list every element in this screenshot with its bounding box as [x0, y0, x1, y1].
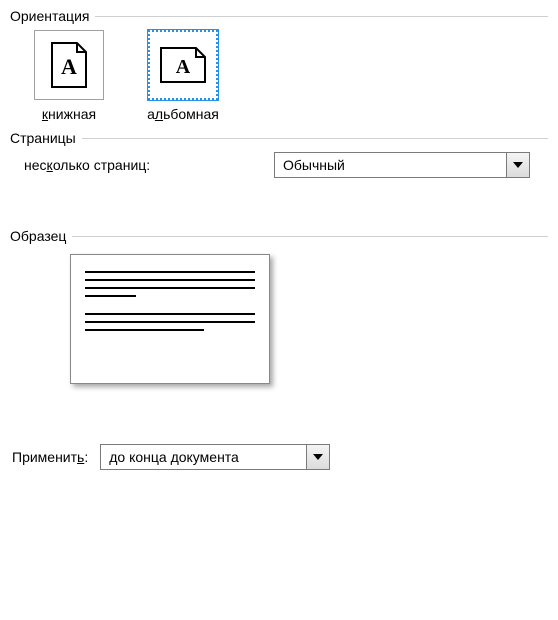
- apply-to-value: до конца документа: [101, 449, 306, 465]
- landscape-icon: A: [148, 30, 218, 100]
- portrait-icon: A: [34, 30, 104, 100]
- multiple-pages-combo[interactable]: Обычный: [274, 152, 530, 178]
- portrait-label: книжная: [42, 106, 96, 122]
- divider: [95, 16, 548, 17]
- svg-text:A: A: [176, 56, 191, 78]
- svg-text:A: A: [61, 54, 77, 79]
- orientation-landscape-option[interactable]: A альбомная: [138, 30, 228, 122]
- page-preview: [70, 254, 270, 384]
- landscape-label: альбомная: [147, 106, 219, 122]
- preview-group-header: Образец: [10, 228, 548, 244]
- preview-group-label: Образец: [10, 228, 72, 244]
- orientation-group-label: Ориентация: [10, 8, 95, 24]
- multiple-pages-value: Обычный: [275, 157, 506, 173]
- divider: [72, 236, 548, 237]
- divider: [82, 138, 548, 139]
- orientation-options: A книжная A альбомная: [24, 30, 548, 122]
- orientation-group-header: Ориентация: [10, 8, 548, 24]
- multiple-pages-label: несколько страниц:: [24, 157, 274, 173]
- pages-group-label: Страницы: [10, 130, 82, 146]
- chevron-down-icon: [506, 153, 529, 177]
- pages-group-header: Страницы: [10, 130, 548, 146]
- apply-to-combo[interactable]: до конца документа: [100, 444, 330, 470]
- chevron-down-icon: [306, 445, 329, 469]
- apply-to-label: Применить:: [12, 449, 88, 465]
- orientation-portrait-option[interactable]: A книжная: [24, 30, 114, 122]
